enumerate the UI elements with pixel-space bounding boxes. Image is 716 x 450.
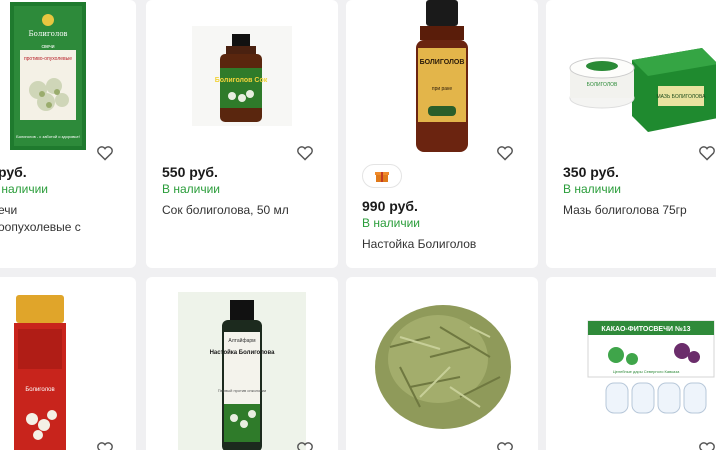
gift-badge[interactable]	[362, 164, 402, 188]
product-price: руб.	[0, 164, 27, 180]
product-title[interactable]: ечи оопухолевые с	[0, 202, 128, 236]
product-card[interactable]: БОЛИГОЛОВ при раке 990 руб. В наличии На…	[346, 0, 538, 268]
svg-text:БОЛИГОЛОВ: БОЛИГОЛОВ	[420, 59, 465, 66]
svg-text:Болиголов - с заботой о здоров: Болиголов - с заботой о здоровье!	[16, 134, 80, 139]
svg-text:Болиголов: Болиголов	[29, 30, 68, 38]
product-image[interactable]: Алтайфарм Настойка Болиголова Первый про…	[178, 292, 306, 450]
svg-text:МАЗЬ БОЛИГОЛОВА: МАЗЬ БОЛИГОЛОВА	[656, 94, 706, 100]
product-image[interactable]: БОЛИГОЛОВ при раке	[406, 0, 478, 155]
product-image[interactable]: МАЗЬ БОЛИГОЛОВА БОЛИГОЛОВ	[562, 40, 716, 140]
stock-status: В наличии	[0, 182, 49, 196]
product-image[interactable]: Болиголов свечи противо-опухолевые Болиг…	[2, 0, 134, 155]
svg-text:противо-опухолевые: противо-опухолевые	[24, 56, 72, 62]
product-card[interactable]: Болиголов свечи противо-опухолевые Болиг…	[0, 0, 136, 268]
product-card[interactable]	[346, 277, 538, 450]
heart-icon[interactable]	[96, 441, 114, 450]
svg-text:Первый против онкологии: Первый против онкологии	[218, 388, 266, 393]
product-image[interactable]: Болиголов	[10, 295, 70, 450]
product-title[interactable]: Мазь болиголова 75гр	[563, 202, 716, 219]
heart-icon[interactable]	[296, 441, 314, 450]
product-card[interactable]: Болиголов Сок 550 руб. В наличии Сок бол…	[146, 0, 338, 268]
svg-text:Болиголов Сок: Болиголов Сок	[215, 77, 268, 84]
svg-text:Настойка Болиголова: Настойка Болиголова	[210, 349, 275, 356]
product-card[interactable]: КАКАО-ФИТОСВЕЧИ №13 Целебные дары Северн…	[546, 277, 716, 450]
stock-status: В наличии	[563, 182, 622, 196]
gift-icon	[375, 172, 389, 182]
svg-text:Болиголов: Болиголов	[25, 387, 54, 393]
product-card[interactable]: Алтайфарм Настойка Болиголова Первый про…	[146, 277, 338, 450]
product-price: 350 руб.	[563, 164, 619, 180]
heart-icon[interactable]	[496, 145, 514, 161]
svg-text:Алтайфарм: Алтайфарм	[228, 337, 256, 344]
svg-text:КАКАО-ФИТОСВЕЧИ №13: КАКАО-ФИТОСВЕЧИ №13	[601, 325, 690, 333]
heart-icon[interactable]	[698, 441, 716, 450]
svg-text:Целебные дары Северного Кавказ: Целебные дары Северного Кавказа	[613, 369, 680, 374]
svg-text:при раке: при раке	[432, 86, 452, 92]
heart-icon[interactable]	[698, 145, 716, 161]
stock-status: В наличии	[162, 182, 221, 196]
product-image[interactable]	[370, 297, 516, 437]
svg-text:свечи: свечи	[41, 44, 54, 50]
heart-icon[interactable]	[96, 145, 114, 161]
product-card[interactable]: Болиголов	[0, 277, 136, 450]
product-price: 550 руб.	[162, 164, 218, 180]
stock-status: В наличии	[362, 216, 421, 230]
product-image[interactable]: КАКАО-ФИТОСВЕЧИ №13 Целебные дары Северн…	[586, 317, 716, 427]
product-card[interactable]: МАЗЬ БОЛИГОЛОВА БОЛИГОЛОВ 350 руб. В нал…	[546, 0, 716, 268]
svg-text:БОЛИГОЛОВ: БОЛИГОЛОВ	[587, 82, 618, 88]
heart-icon[interactable]	[496, 441, 514, 450]
product-title[interactable]: Сок болиголова, 50 мл	[162, 202, 332, 219]
product-title[interactable]: Настойка Болиголов	[362, 236, 532, 253]
heart-icon[interactable]	[296, 145, 314, 161]
product-image[interactable]: Болиголов Сок	[192, 26, 292, 126]
product-price: 990 руб.	[362, 198, 418, 214]
